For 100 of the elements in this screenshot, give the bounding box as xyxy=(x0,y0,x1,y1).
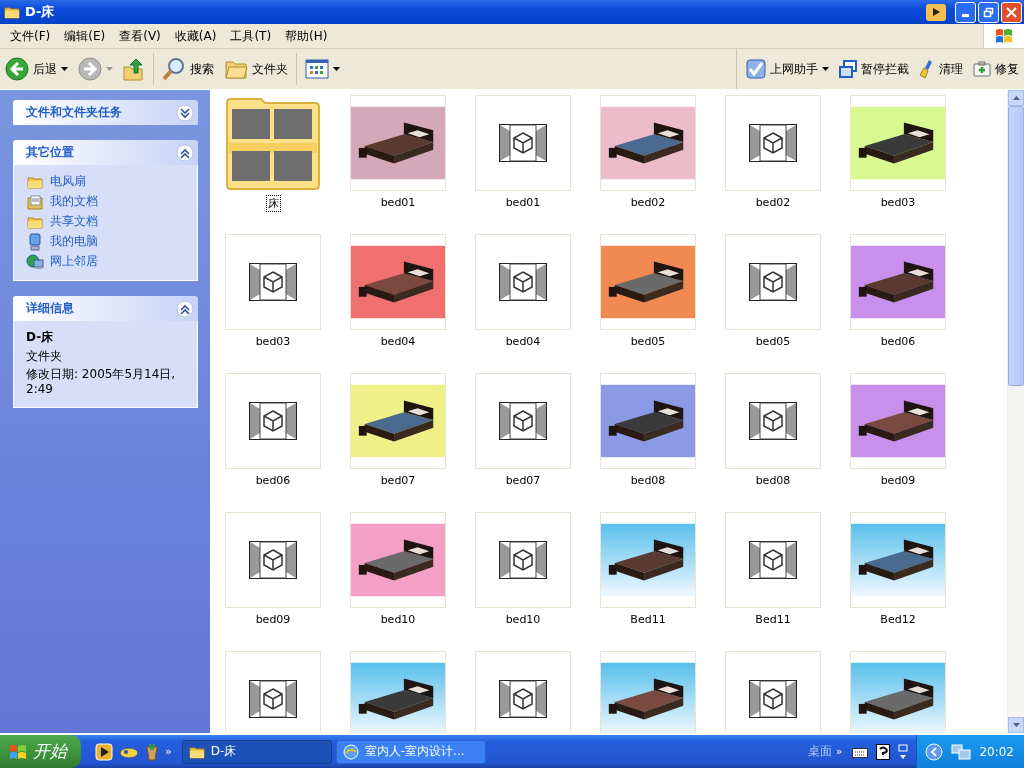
minimize-button[interactable] xyxy=(955,1,976,23)
file-name: bed10 xyxy=(504,612,542,627)
help-icon[interactable] xyxy=(876,743,891,760)
file-name: bed08 xyxy=(629,473,667,488)
menu-item[interactable]: 收藏(A) xyxy=(168,25,225,47)
globe-icon xyxy=(342,743,359,760)
place-link[interactable]: 网上邻居 xyxy=(50,253,98,270)
keyboard-icon[interactable] xyxy=(852,745,869,758)
menu-item[interactable]: 帮助(H) xyxy=(279,25,336,47)
dropdown-arrow-icon xyxy=(106,67,113,71)
thumbnail[interactable] xyxy=(850,234,946,330)
file-name: Bed12 xyxy=(879,612,917,627)
folder-name: D-床 xyxy=(26,329,55,346)
folders-button[interactable]: 文件夹 xyxy=(219,54,293,84)
file-name: Bed11 xyxy=(754,612,792,627)
helper-button[interactable]: 上网助手 xyxy=(741,54,834,84)
thumbnail[interactable] xyxy=(225,373,321,469)
thumbnail[interactable] xyxy=(225,651,321,733)
language-bar-icon[interactable] xyxy=(898,743,909,760)
thumbnail[interactable] xyxy=(350,373,446,469)
thumbnail[interactable] xyxy=(850,512,946,608)
thumbnail[interactable] xyxy=(600,512,696,608)
more-button[interactable]: » xyxy=(165,745,172,758)
show-hidden-icons-button[interactable] xyxy=(925,742,944,761)
repair-button[interactable]: 修复 xyxy=(968,54,1024,84)
thumbnail[interactable] xyxy=(850,95,946,191)
thumbnail[interactable] xyxy=(475,512,571,608)
file-name: bed05 xyxy=(629,334,667,349)
vertical-scrollbar[interactable] xyxy=(1007,90,1024,733)
thumbnail[interactable] xyxy=(350,234,446,330)
menu-item[interactable]: 文件(F) xyxy=(4,25,59,47)
thumbnail[interactable] xyxy=(350,95,446,191)
max-file-icon xyxy=(249,680,297,718)
dropdown-arrow-icon xyxy=(61,67,68,71)
menu-item[interactable]: 编辑(E) xyxy=(58,25,114,47)
thumbnail[interactable] xyxy=(225,95,321,191)
thumbnail[interactable] xyxy=(475,373,571,469)
search-button[interactable]: 搜索 xyxy=(157,54,219,84)
modified-date: 修改日期: 2005年5月14日, 2:49 xyxy=(26,367,177,397)
clean-button[interactable]: 清理 xyxy=(914,54,968,84)
thumbnail[interactable] xyxy=(725,512,821,608)
thumbnail[interactable] xyxy=(475,651,571,733)
place-link[interactable]: 共享文档 xyxy=(50,213,98,230)
file-name: bed06 xyxy=(879,334,917,349)
media-player-icon[interactable] xyxy=(95,742,113,761)
thumbnail[interactable] xyxy=(475,234,571,330)
file-name: bed01 xyxy=(379,195,417,210)
thumbnail[interactable] xyxy=(850,651,946,733)
max-file-icon xyxy=(499,263,547,301)
place-link[interactable]: 我的文档 xyxy=(50,193,98,210)
menu-item[interactable]: 工具(T) xyxy=(224,25,280,47)
file-name: bed09 xyxy=(254,612,292,627)
thumbnail[interactable] xyxy=(725,234,821,330)
media-player-icon[interactable] xyxy=(925,2,947,22)
more-button[interactable]: » xyxy=(835,745,843,758)
thumbnail[interactable] xyxy=(600,95,696,191)
file-name: bed02 xyxy=(629,195,667,210)
thumbnail[interactable] xyxy=(225,512,321,608)
file-name: Bed11 xyxy=(629,612,667,627)
max-file-icon xyxy=(749,541,797,579)
place-link[interactable]: 电风扇 xyxy=(50,173,86,190)
max-file-icon xyxy=(499,402,547,440)
thumbnail[interactable] xyxy=(600,234,696,330)
place-link[interactable]: 我的电脑 xyxy=(50,233,98,250)
thumbnail[interactable] xyxy=(475,95,571,191)
menu-item[interactable]: 查看(V) xyxy=(113,25,169,47)
down-arrow-icon[interactable] xyxy=(1012,723,1020,727)
taskbar-button[interactable]: 室内人-室内设计... xyxy=(335,739,486,764)
thumbnail[interactable] xyxy=(725,373,821,469)
checkmark-icon xyxy=(746,59,766,79)
start-button[interactable]: 开始 xyxy=(0,735,81,768)
thumbnail[interactable] xyxy=(225,234,321,330)
collapse-chevron-icon[interactable] xyxy=(176,143,194,162)
close-button[interactable] xyxy=(1001,1,1022,23)
max-file-icon xyxy=(249,402,297,440)
taskbar-button[interactable]: D-床 xyxy=(181,739,332,764)
thumbnail[interactable] xyxy=(350,651,446,733)
network-icon[interactable] xyxy=(951,742,972,761)
restore-button[interactable] xyxy=(978,1,999,23)
block-button[interactable]: 暂停拦截 xyxy=(834,54,914,84)
file-name: bed06 xyxy=(254,473,292,488)
thumbnail[interactable] xyxy=(350,512,446,608)
folder-icon xyxy=(4,5,20,19)
windows-logo-icon xyxy=(8,742,28,761)
first-aid-kit-icon xyxy=(973,61,991,77)
up-arrow-icon[interactable] xyxy=(1012,96,1020,100)
thumbnail[interactable] xyxy=(850,373,946,469)
desktop-toolbar-label[interactable]: 桌面 xyxy=(807,743,832,760)
thumbnail[interactable] xyxy=(600,651,696,733)
collapse-chevron-icon[interactable] xyxy=(176,299,194,318)
file-name: bed05 xyxy=(754,334,792,349)
expand-chevron-icon[interactable] xyxy=(176,103,194,122)
back-button[interactable]: 后退 xyxy=(0,54,73,84)
cup-icon[interactable] xyxy=(145,742,159,761)
thumbnail[interactable] xyxy=(725,95,821,191)
scroll-thumb[interactable] xyxy=(1008,106,1024,386)
max-file-icon xyxy=(499,124,547,162)
file-name: bed08 xyxy=(754,473,792,488)
thumbnail[interactable] xyxy=(725,651,821,733)
thumbnail[interactable] xyxy=(600,373,696,469)
